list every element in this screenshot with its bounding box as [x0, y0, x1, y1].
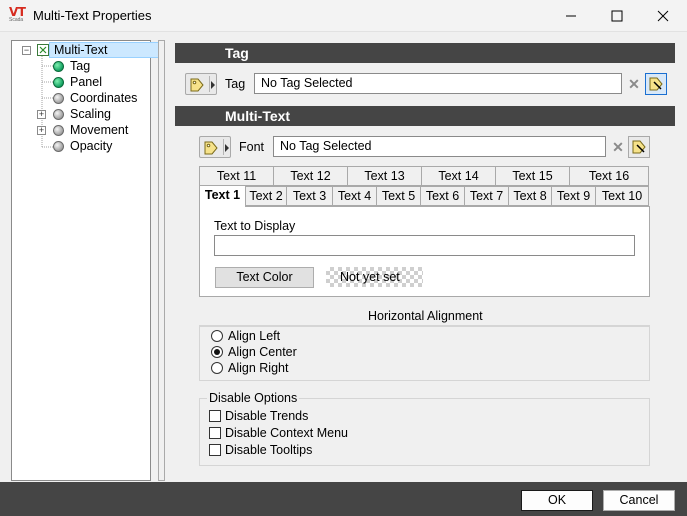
property-tree[interactable]: − Multi-Text Tag Panel Coordinates + Sca… [11, 40, 162, 481]
tree-item-tag[interactable]: Tag [12, 58, 150, 74]
app-logo-icon: VT Scada [9, 5, 26, 23]
color-preview-swatch: Not yet set [326, 267, 423, 287]
close-icon [657, 10, 669, 22]
window-title: Multi-Text Properties [33, 8, 152, 23]
minimize-icon [566, 15, 576, 17]
tag-field[interactable]: No Tag Selected [254, 73, 622, 94]
tab-text-1[interactable]: Text 1 [199, 185, 246, 207]
text-color-button[interactable]: Text Color [215, 267, 314, 288]
close-button[interactable] [640, 0, 686, 32]
disable-tooltips-label: Disable Tooltips [225, 443, 313, 457]
tab-text-2[interactable]: Text 2 [245, 186, 287, 206]
tree-item-movement[interactable]: + Movement [12, 122, 150, 138]
clear-font-icon[interactable]: ✕ [611, 140, 625, 154]
tree-item-label: Scaling [70, 107, 111, 121]
disable-trends-label: Disable Trends [225, 409, 309, 423]
tree-item-panel[interactable]: Panel [12, 74, 150, 90]
text-to-display-label: Text to Display [214, 219, 296, 233]
tag-select-icon [649, 77, 663, 91]
clear-tag-icon[interactable]: ✕ [627, 77, 641, 91]
disable-options-title: Disable Options [207, 391, 300, 405]
tree-item-coordinates[interactable]: Coordinates [12, 90, 150, 106]
color-status-text: Not yet set [340, 270, 400, 284]
checkbox-disable-trends[interactable] [209, 410, 221, 422]
tag-label: Tag [225, 77, 246, 91]
minimize-button[interactable] [548, 0, 594, 32]
tree-item-label: Tag [70, 59, 91, 73]
tree-item-label: Movement [70, 123, 129, 137]
expand-icon[interactable]: + [37, 126, 46, 135]
tree-item-label: Opacity [70, 139, 113, 153]
tag-select-icon [632, 140, 646, 154]
ok-button[interactable]: OK [521, 490, 593, 511]
alignment-title: Horizontal Alignment [368, 309, 483, 323]
font-label: Font [239, 140, 265, 154]
multitext-section-header: Multi-Text [175, 106, 675, 126]
align-left-label: Align Left [228, 329, 281, 343]
select-font-button[interactable] [628, 136, 650, 158]
maximize-button[interactable] [594, 0, 640, 32]
tab-text-4[interactable]: Text 4 [332, 186, 377, 206]
tab-text-11[interactable]: Text 11 [199, 166, 274, 186]
tree-item-opacity[interactable]: Opacity [12, 138, 150, 154]
tab-text-16[interactable]: Text 16 [569, 166, 649, 186]
disable-context-menu-label: Disable Context Menu [225, 426, 348, 440]
status-dot-icon [53, 93, 64, 104]
tab-text-8[interactable]: Text 8 [508, 186, 552, 206]
tab-text-10[interactable]: Text 10 [595, 186, 649, 206]
text-to-display-input[interactable] [214, 235, 635, 256]
radio-align-center[interactable] [211, 346, 223, 358]
tab-text-9[interactable]: Text 9 [551, 186, 596, 206]
tree-item-scaling[interactable]: + Scaling [12, 106, 150, 122]
tab-text-12[interactable]: Text 12 [273, 166, 348, 186]
tag-browse-button[interactable] [185, 73, 217, 95]
tab-text-15[interactable]: Text 15 [495, 166, 570, 186]
dropdown-arrow-icon [211, 81, 215, 89]
align-right-label: Align Right [228, 361, 289, 375]
tag-icon [190, 78, 204, 92]
radio-align-right[interactable] [211, 362, 223, 374]
status-dot-icon [53, 61, 64, 72]
select-tag-button[interactable] [645, 73, 667, 95]
tab-text-7[interactable]: Text 7 [464, 186, 509, 206]
panel-splitter[interactable] [158, 40, 165, 481]
tag-icon [204, 141, 218, 155]
font-field[interactable]: No Tag Selected [273, 136, 606, 157]
status-dot-icon [53, 141, 64, 152]
status-dot-icon [53, 125, 64, 136]
cancel-button[interactable]: Cancel [603, 490, 675, 511]
status-dot-icon [53, 109, 64, 120]
tree-item-label: Coordinates [70, 91, 138, 105]
tag-section-header: Tag [175, 43, 675, 63]
tab-text-13[interactable]: Text 13 [347, 166, 422, 186]
maximize-icon [611, 10, 623, 22]
font-browse-button[interactable] [199, 136, 231, 158]
tab-text-14[interactable]: Text 14 [421, 166, 496, 186]
tree-item-label: Panel [70, 75, 102, 89]
checkbox-disable-tooltips[interactable] [209, 444, 221, 456]
checkbox-disable-context-menu[interactable] [209, 427, 221, 439]
tab-text-3[interactable]: Text 3 [286, 186, 333, 206]
title-bar: VT Scada Multi-Text Properties [0, 0, 687, 32]
tab-text-6[interactable]: Text 6 [420, 186, 465, 206]
tab-text-5[interactable]: Text 5 [376, 186, 421, 206]
align-center-label: Align Center [228, 345, 297, 359]
status-dot-icon [53, 77, 64, 88]
radio-align-left[interactable] [211, 330, 223, 342]
dropdown-arrow-icon [225, 144, 229, 152]
expand-icon[interactable]: + [37, 110, 46, 119]
